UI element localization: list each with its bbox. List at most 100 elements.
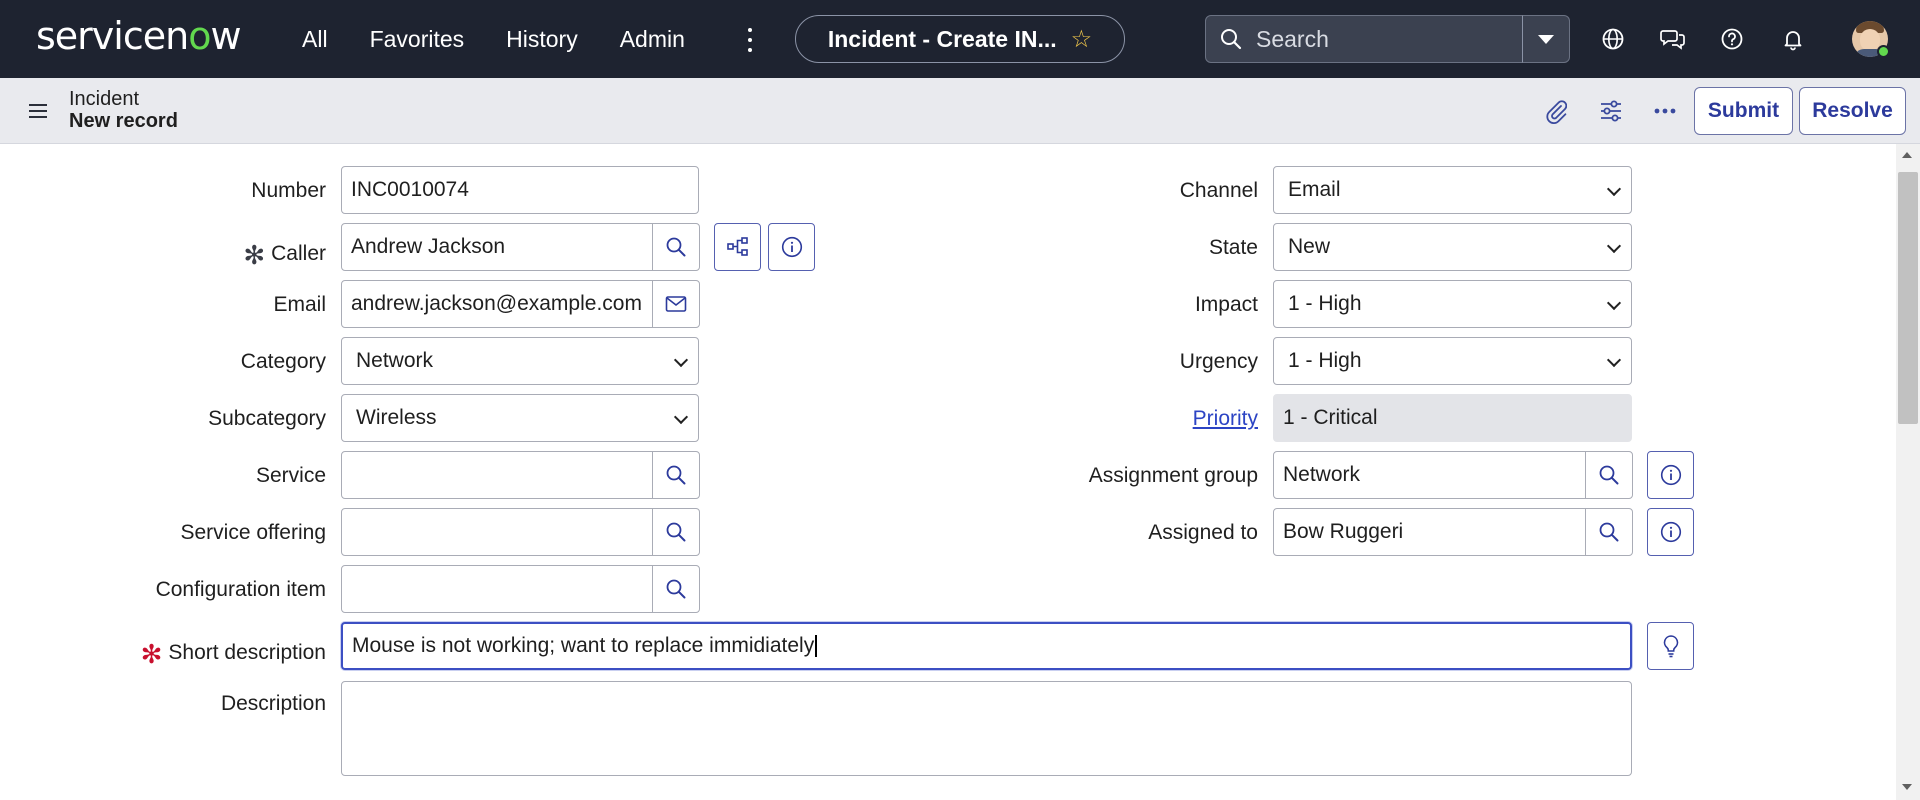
chevron-down-icon [673, 352, 689, 368]
chevron-down-icon [1538, 34, 1554, 44]
caller-hierarchy-button[interactable] [714, 223, 761, 271]
more-menu-icon[interactable] [740, 26, 760, 54]
caller-info-button[interactable] [768, 223, 815, 271]
nav-favorites[interactable]: Favorites [370, 26, 465, 53]
configuration-item-lookup-button[interactable] [651, 564, 700, 613]
assigned-to-info-button[interactable] [1647, 508, 1694, 556]
priority-value: 1 - Critical [1283, 406, 1378, 429]
favorite-star-icon[interactable]: ☆ [1071, 25, 1093, 54]
service-offering-field[interactable] [341, 507, 700, 556]
service-field[interactable] [341, 450, 700, 499]
urgency-label: Urgency [1179, 350, 1258, 373]
help-icon[interactable] [1717, 24, 1747, 54]
globe-icon[interactable] [1598, 24, 1628, 54]
top-navigation: servicenow All Favorites History Admin I… [0, 0, 1920, 78]
lightbulb-icon [1663, 635, 1678, 658]
subcategory-label: Subcategory [208, 407, 326, 430]
context-title-pill[interactable]: Incident - Create IN... ☆ [795, 15, 1125, 63]
context-title: Incident - Create IN... [827, 25, 1057, 52]
service-offering-lookup-button[interactable] [651, 507, 700, 556]
assigned-to-field[interactable]: Bow Ruggeri [1273, 507, 1633, 556]
urgency-select[interactable]: 1 - High [1273, 337, 1632, 385]
scroll-down-arrow-icon[interactable] [1902, 784, 1912, 790]
nav-all[interactable]: All [302, 26, 328, 53]
short-description-label: ✻ Short description [141, 635, 326, 669]
search-scope-dropdown[interactable] [1522, 15, 1570, 63]
search-icon [666, 465, 685, 484]
submit-button[interactable]: Submit [1694, 87, 1793, 135]
email-value: andrew.jackson@example.com [351, 292, 642, 315]
assignment-group-info-button[interactable] [1647, 451, 1694, 499]
search-icon [666, 237, 685, 256]
channel-value: Email [1288, 178, 1341, 201]
global-search-input[interactable]: Search [1205, 15, 1533, 63]
info-icon [781, 236, 802, 258]
send-email-button[interactable] [651, 279, 700, 328]
number-label: Number [251, 179, 326, 202]
impact-label: Impact [1194, 293, 1258, 316]
priority-field: 1 - Critical [1273, 394, 1632, 442]
record-subtitle: New record [69, 110, 178, 132]
hamburger-menu-icon[interactable] [29, 104, 47, 118]
priority-link[interactable]: Priority [1193, 407, 1258, 431]
caller-field[interactable]: Andrew Jackson [341, 222, 700, 271]
assignment-group-label: Assignment group [1088, 464, 1258, 487]
settings-sliders-icon[interactable] [1596, 96, 1626, 126]
caller-value: Andrew Jackson [351, 235, 506, 258]
channel-label: Channel [1179, 179, 1258, 202]
service-lookup-button[interactable] [651, 450, 700, 499]
impact-select[interactable]: 1 - High [1273, 280, 1632, 328]
bell-icon[interactable] [1778, 24, 1808, 54]
envelope-icon [665, 295, 686, 312]
nav-menu: All Favorites History Admin [302, 0, 727, 78]
nav-history[interactable]: History [506, 26, 578, 53]
paperclip-icon[interactable] [1541, 96, 1571, 126]
assignment-group-lookup-button[interactable] [1584, 450, 1633, 499]
form-header-bar: Incident New record [0, 78, 1920, 144]
channel-select[interactable]: Email [1273, 166, 1632, 214]
urgency-value: 1 - High [1288, 349, 1362, 372]
subcategory-select[interactable]: Wireless [341, 394, 699, 442]
description-textarea[interactable] [341, 681, 1632, 776]
assigned-to-lookup-button[interactable] [1584, 507, 1633, 556]
assigned-to-value: Bow Ruggeri [1283, 520, 1404, 543]
caller-lookup-button[interactable] [651, 222, 700, 271]
service-label: Service [255, 464, 326, 487]
email-field[interactable]: andrew.jackson@example.com [341, 279, 700, 328]
scroll-up-arrow-icon[interactable] [1902, 152, 1912, 158]
category-value: Network [356, 349, 434, 372]
mandatory-filled-icon: ✻ [243, 240, 266, 270]
more-actions-icon[interactable] [1650, 96, 1680, 126]
search-placeholder: Search [1256, 25, 1329, 52]
category-select[interactable]: Network [341, 337, 699, 385]
info-icon [1660, 464, 1681, 486]
servicenow-logo[interactable]: servicenow [36, 14, 242, 58]
text-cursor [815, 635, 817, 657]
chevron-down-icon [1606, 181, 1622, 197]
assignment-group-value: Network [1283, 463, 1361, 486]
configuration-item-label: Configuration item [155, 578, 326, 601]
resolve-button[interactable]: Resolve [1799, 87, 1906, 135]
search-icon [1221, 29, 1242, 50]
assignment-group-field[interactable]: Network [1273, 450, 1633, 499]
short-description-value: Mouse is not working; want to replace im… [352, 634, 815, 657]
scrollbar-thumb[interactable] [1898, 172, 1918, 424]
category-label: Category [240, 350, 326, 373]
short-description-input[interactable]: Mouse is not working; want to replace im… [341, 622, 1632, 670]
suggestion-button[interactable] [1647, 622, 1694, 670]
caller-label-text: Caller [271, 242, 326, 265]
number-field[interactable]: INC0010074 [341, 166, 699, 214]
configuration-item-field[interactable] [341, 564, 700, 613]
state-select[interactable]: New [1273, 223, 1632, 271]
nav-admin[interactable]: Admin [620, 26, 685, 53]
search-icon [1599, 522, 1618, 541]
email-label: Email [273, 293, 326, 316]
chat-icon[interactable] [1658, 24, 1688, 54]
hierarchy-icon [726, 237, 748, 256]
chevron-down-icon [1606, 238, 1622, 254]
presence-status-icon [1877, 45, 1890, 58]
state-value: New [1288, 235, 1331, 258]
search-icon [666, 579, 685, 598]
state-label: State [1208, 236, 1258, 259]
short-description-label-text: Short description [168, 641, 326, 664]
